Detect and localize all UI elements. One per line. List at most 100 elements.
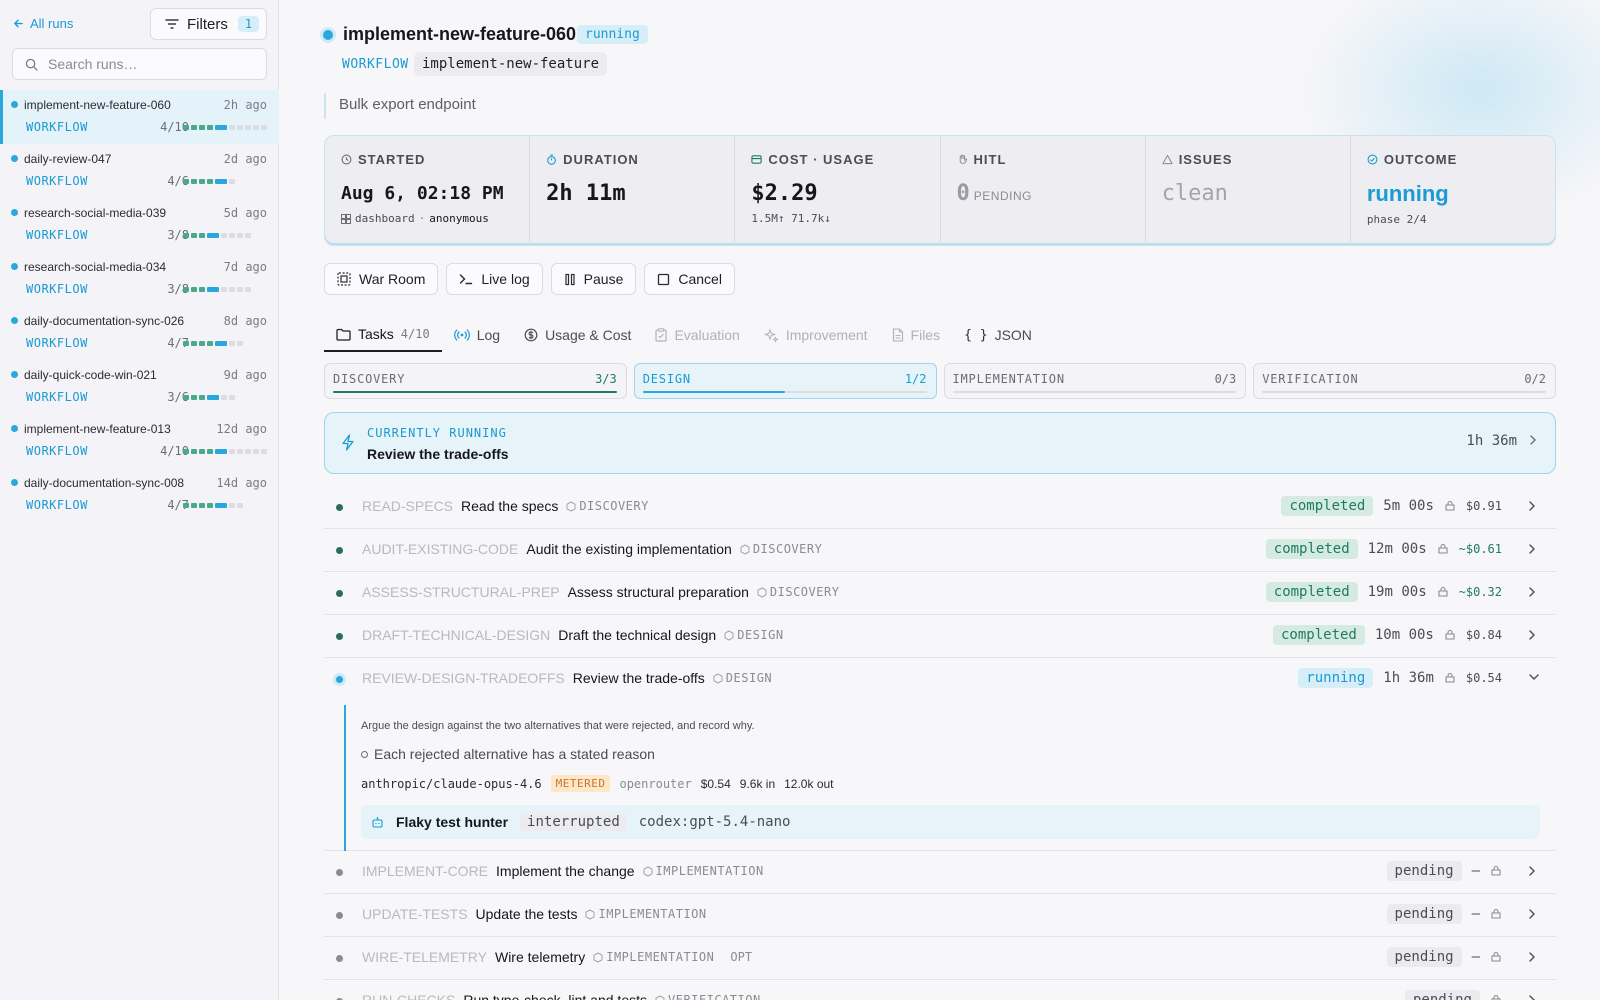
phase-icon: [757, 586, 767, 598]
run-list-item[interactable]: daily-review-047 2d ago WORKFLOW 4/6: [0, 144, 279, 198]
tab-usage[interactable]: Usage & Cost: [512, 318, 643, 352]
task-phase: DESIGN: [737, 628, 784, 642]
task-duration: 12m 00s: [1367, 541, 1427, 557]
task-phase-tag: DISCOVERY: [740, 542, 823, 556]
task-row[interactable]: WIRE-TELEMETRY Wire telemetry IMPLEMENTATI…: [324, 937, 1556, 980]
task-duration: —: [1471, 863, 1480, 879]
currently-running-card[interactable]: CURRENTLY RUNNING Review the trade-offs …: [324, 412, 1556, 474]
task-status-badge: pending: [1404, 990, 1480, 1000]
tab-json[interactable]: { } JSON: [952, 318, 1044, 352]
chevron-right-icon[interactable]: [1528, 629, 1540, 641]
task-id: REVIEW-DESIGN-TRADEOFFS: [362, 670, 565, 686]
chevron-right-icon[interactable]: [1528, 865, 1540, 877]
run-progress-bar: [183, 449, 267, 454]
task-cost: ~$0.32: [1458, 585, 1502, 599]
run-list-item[interactable]: daily-documentation-sync-026 8d ago WORKFL…: [0, 306, 279, 360]
chevron-right-icon[interactable]: [1528, 994, 1540, 1000]
run-kind: WORKFLOW: [26, 390, 88, 404]
search-runs-field[interactable]: [12, 48, 267, 80]
chevron-right-icon[interactable]: [1528, 951, 1540, 963]
progress-segment: [229, 449, 235, 454]
phase-count: 3/3: [595, 372, 617, 386]
workflow-kind-label: WORKFLOW: [342, 57, 409, 72]
cost-icon: [1490, 865, 1502, 877]
task-row[interactable]: AUDIT-EXISTING-CODE Audit the existing im…: [324, 529, 1556, 572]
phase-design[interactable]: DESIGN 1/2: [633, 363, 937, 399]
currently-running-label: CURRENTLY RUNNING: [367, 426, 507, 440]
dashboard-icon: [341, 213, 351, 224]
stat-cost-label: COST · USAGE: [768, 152, 875, 167]
tab-evaluation[interactable]: Evaluation: [643, 318, 751, 352]
run-list-item[interactable]: implement-new-feature-013 12d ago WORKFLOW…: [0, 414, 279, 468]
currently-running-time: 1h 36m: [1466, 433, 1517, 449]
run-list-item[interactable]: daily-quick-code-win-021 9d ago WORKFLOW 3/…: [0, 360, 279, 414]
chevron-down-icon[interactable]: [1528, 672, 1540, 684]
task-id: RUN-CHECKS: [362, 992, 456, 1000]
chevron-right-icon[interactable]: [1528, 586, 1540, 598]
task-phase: DISCOVERY: [752, 542, 823, 556]
chevron-right-icon[interactable]: [1528, 500, 1540, 512]
task-cost: $0.54: [700, 776, 731, 791]
stat-duration-label: DURATION: [563, 152, 639, 167]
run-status-dot: [11, 479, 18, 486]
phase-progress-fill: [333, 391, 617, 393]
task-row[interactable]: REVIEW-DESIGN-TRADEOFFS Review the trade-…: [324, 658, 1556, 701]
pause-icon: [565, 273, 575, 285]
run-list-item[interactable]: research-social-media-034 7d ago WORKFLOW 3…: [0, 252, 279, 306]
task-list: READ-SPECS Read the specs DISCOVERY complet…: [324, 486, 1556, 701]
task-phase-tag: DISCOVERY: [566, 499, 649, 513]
workflow-name-chip[interactable]: implement-new-feature: [414, 52, 608, 76]
run-list-item[interactable]: implement-new-feature-060 2h ago WORKFLOW 4…: [0, 90, 279, 144]
cancel-button[interactable]: Cancel: [644, 263, 735, 295]
phase-verification[interactable]: VERIFICATION 0/2: [1253, 363, 1556, 399]
stat-outcome-label: OUTCOME: [1383, 152, 1458, 167]
run-list-item[interactable]: daily-documentation-sync-008 14d ago WORKF…: [0, 468, 279, 522]
tab-log[interactable]: Log: [442, 318, 512, 352]
task-status-badge: running: [1298, 668, 1374, 688]
search-runs-input[interactable]: [48, 56, 248, 72]
run-kind: WORKFLOW: [26, 120, 88, 134]
chevron-right-icon[interactable]: [1528, 543, 1540, 555]
run-list: implement-new-feature-060 2h ago WORKFLOW 4…: [0, 90, 279, 522]
progress-segment: [253, 125, 259, 130]
task-info: DRAFT-TECHNICAL-DESIGN Draft the technica…: [362, 627, 784, 643]
progress-segment: [229, 233, 235, 238]
task-meta: completed 10m 00s $0.84: [1273, 625, 1540, 645]
task-row[interactable]: READ-SPECS Read the specs DISCOVERY complet…: [324, 486, 1556, 529]
chevron-right-icon: [1530, 435, 1536, 445]
progress-segment: [207, 179, 213, 184]
tab-files[interactable]: Files: [880, 318, 953, 352]
agent-row[interactable]: Flaky test hunter interrupted codex:gpt-…: [361, 805, 1540, 839]
task-row[interactable]: IMPLEMENT-CORE Implement the change IMPLEM…: [324, 851, 1556, 894]
task-status-badge: completed: [1265, 582, 1358, 602]
progress-segment: [215, 125, 227, 130]
task-row[interactable]: DRAFT-TECHNICAL-DESIGN Draft the technica…: [324, 615, 1556, 658]
tab-usage-label: Usage & Cost: [545, 327, 632, 343]
task-details-panel: Argue the design against the two alterna…: [324, 705, 1556, 851]
task-title: Update the tests: [475, 906, 578, 922]
phase-discovery[interactable]: DISCOVERY 3/3: [324, 363, 627, 399]
phase-icon: [585, 908, 595, 920]
war-room-button[interactable]: War Room: [324, 263, 439, 295]
task-row[interactable]: ASSESS-STRUCTURAL-PREP Assess structural …: [324, 572, 1556, 615]
tab-improvement[interactable]: Improvement: [752, 318, 880, 352]
live-log-button[interactable]: Live log: [446, 263, 543, 295]
pause-button[interactable]: Pause: [550, 263, 637, 295]
run-detail: implement-new-feature-060 running WORKFL…: [280, 0, 1600, 1000]
tab-tasks[interactable]: Tasks 4/10: [324, 318, 442, 352]
phase-implementation[interactable]: IMPLEMENTATION 0/3: [943, 363, 1247, 399]
filters-button[interactable]: Filters 1: [150, 8, 267, 40]
chevron-right-icon[interactable]: [1528, 908, 1540, 920]
task-status-badge: pending: [1386, 904, 1462, 924]
task-row[interactable]: UPDATE-TESTS Update the tests IMPLEMENTATI…: [324, 894, 1556, 937]
stop-icon: [658, 273, 670, 285]
task-status-badge: completed: [1265, 539, 1358, 559]
task-row[interactable]: RUN-CHECKS Run type-check, lint and tests…: [324, 980, 1556, 1000]
progress-segment: [183, 179, 189, 184]
task-meta: pending —: [1386, 947, 1540, 967]
all-runs-link[interactable]: All runs: [13, 16, 73, 31]
run-age: 5d ago: [223, 206, 267, 220]
task-status-badge: pending: [1386, 861, 1462, 881]
task-phase: DISCOVERY: [769, 585, 840, 599]
run-list-item[interactable]: research-social-media-039 5d ago WORKFLOW 3…: [0, 198, 279, 252]
